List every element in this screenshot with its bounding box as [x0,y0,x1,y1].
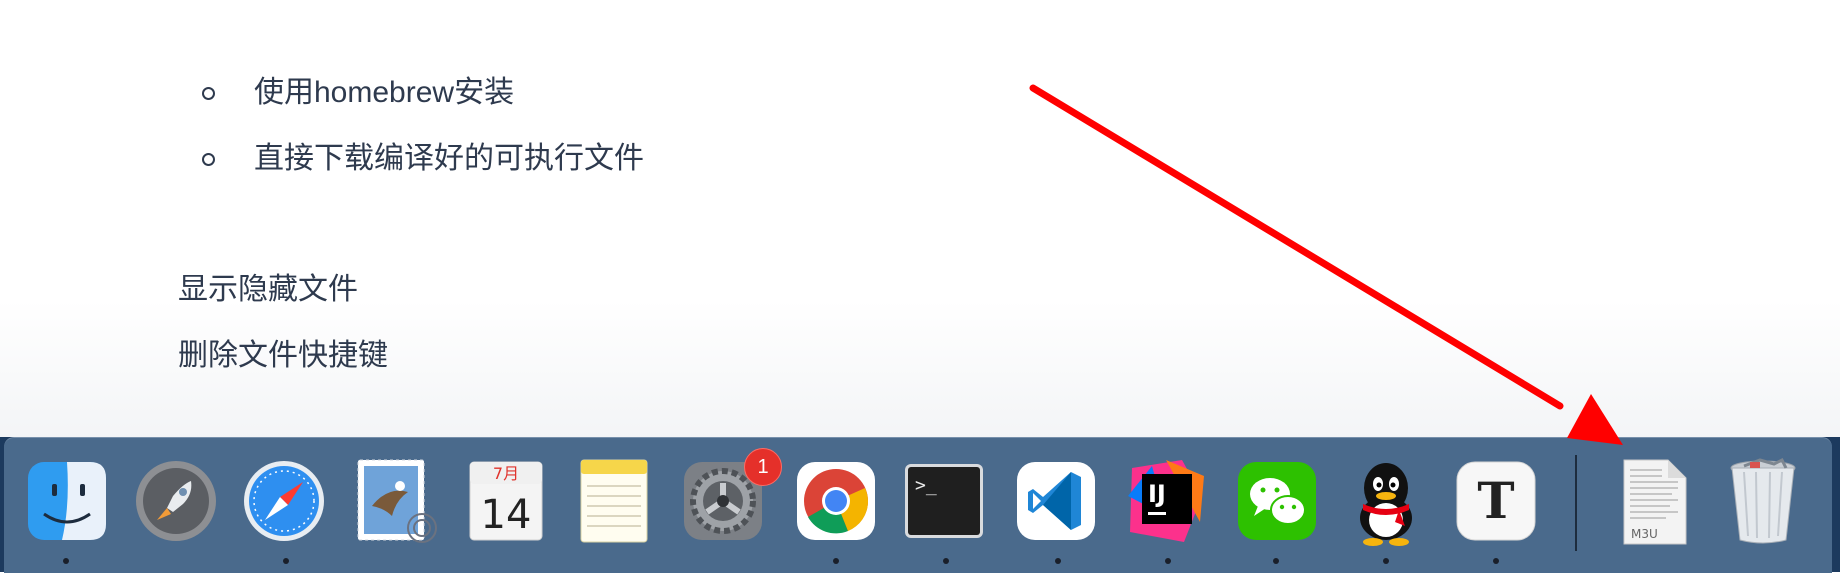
annotation-arrow [1029,84,1623,445]
